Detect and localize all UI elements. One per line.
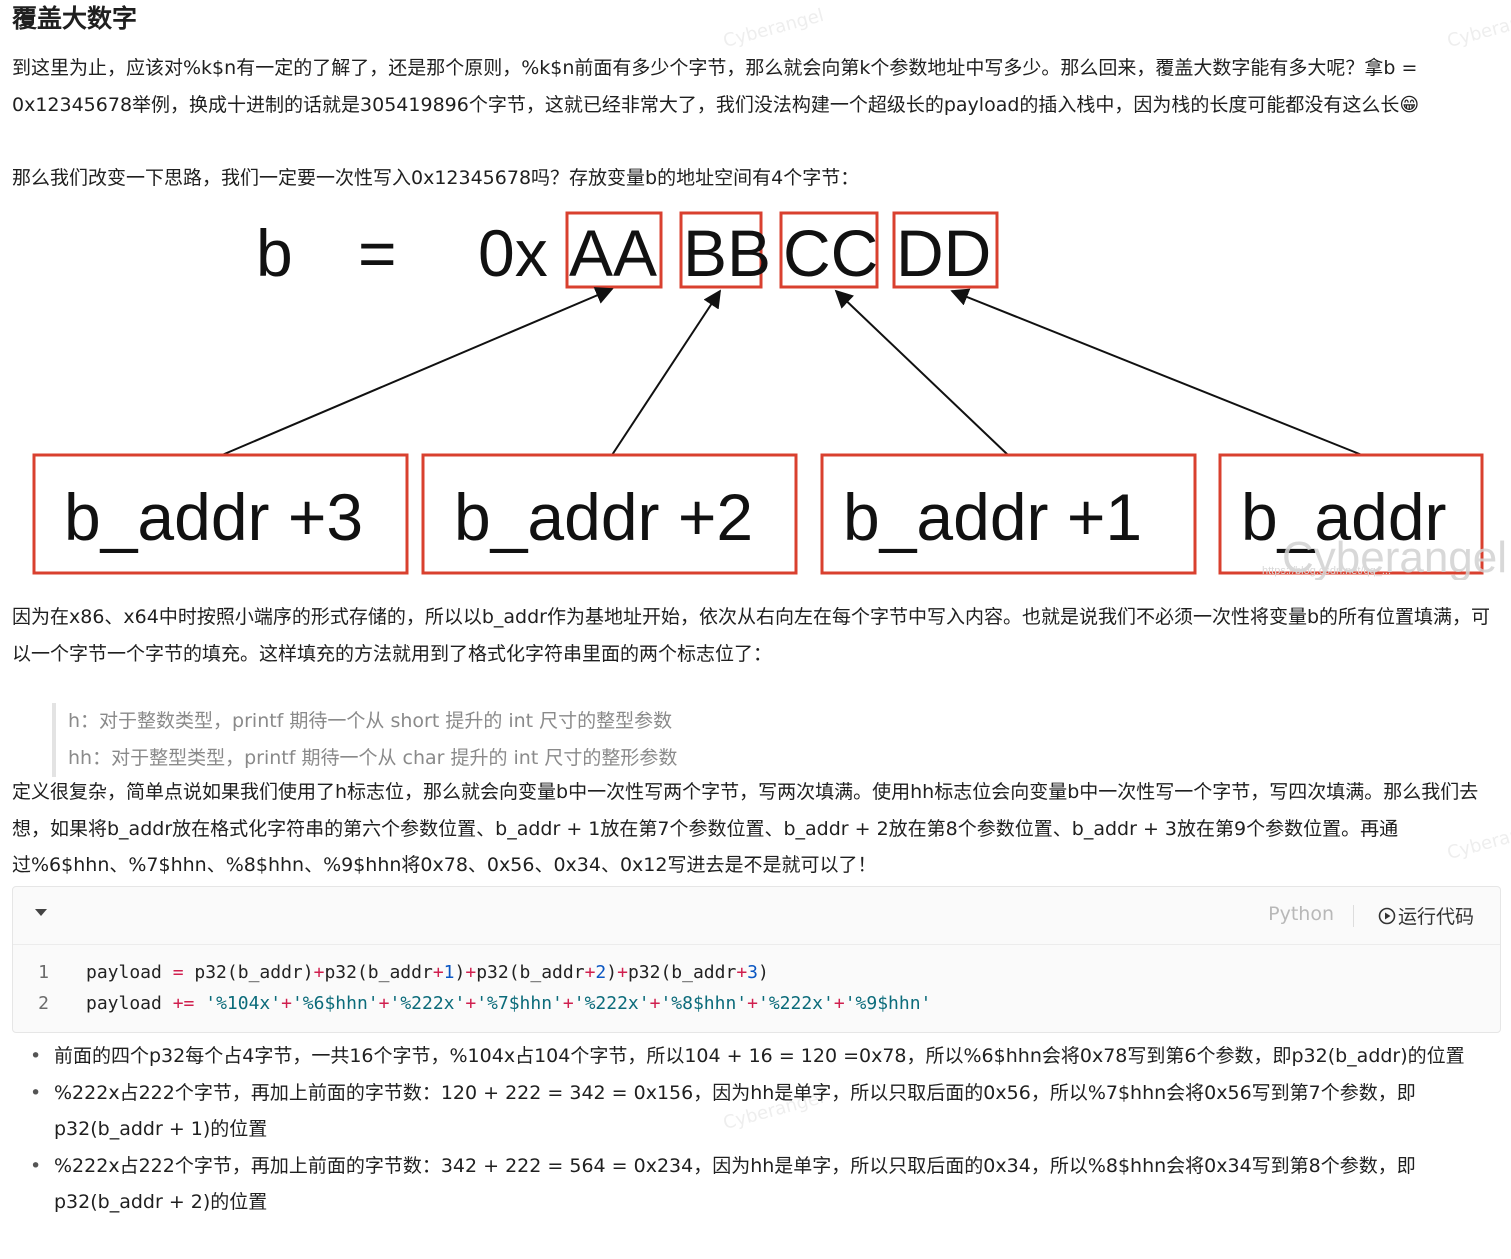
code-token: +	[281, 993, 292, 1014]
code-token: +	[432, 962, 444, 983]
byte-aa: AA	[569, 216, 657, 290]
code-token: p32(b_addr	[627, 962, 737, 983]
code-token: payload	[86, 993, 173, 1014]
code-token: p32(b_addr	[476, 962, 585, 983]
addr-label-3: b_addr +3	[64, 480, 363, 554]
quote-line-hh: hh：对于整型类型，printf 期待一个从 char 提升的 int 尺寸的整…	[68, 747, 678, 769]
code-token: '%7$hhn'	[476, 993, 563, 1014]
code-token: 2	[595, 962, 607, 983]
code-token: )	[758, 962, 769, 983]
image-watermark-url: https://blog.csdn.net/qq_...	[1262, 565, 1391, 577]
code-block: Python 运行代码 1 payload = p32(b_addr)+p32(b…	[12, 886, 1501, 1033]
code-token: +	[313, 962, 325, 983]
code-token: +	[736, 962, 748, 983]
code-token: +	[378, 993, 390, 1014]
code-token: '%104x'	[205, 993, 282, 1014]
byte-cc: CC	[783, 216, 878, 290]
list-item: 前面的四个p32每个占4字节，一共16个字节，%104x占104个字节，所以10…	[30, 1038, 1500, 1075]
hex-prefix: 0x	[478, 216, 548, 290]
flag-definition-quote: h：对于整数类型，printf 期待一个从 short 提升的 int 尺寸的整…	[52, 703, 968, 777]
code-token: '%222x'	[573, 993, 650, 1014]
code-token: +	[747, 993, 758, 1014]
quote-line-h: h：对于整数类型，printf 期待一个从 short 提升的 int 尺寸的整…	[68, 710, 673, 732]
var-b-label: b	[256, 216, 293, 290]
arrow-addr1-to-cc	[834, 289, 1009, 456]
byte-dd: DD	[896, 216, 991, 290]
code-token: p32(b_addr)	[183, 962, 314, 983]
arrow-addr3-to-aa	[221, 287, 614, 456]
intro-text: 到这里为止，应该对%k$n有一定的了解了，还是那个原则，%k$n前面有多少个字节…	[12, 57, 1418, 116]
equals-sign: =	[358, 216, 397, 290]
code-token: +	[617, 962, 628, 983]
code-token: '%222x'	[757, 993, 834, 1014]
code-token: +=	[172, 993, 195, 1014]
arrow-addr-to-dd	[950, 288, 1363, 456]
code-token: '%9$hhn'	[844, 993, 932, 1014]
code-token: +	[833, 993, 845, 1014]
line-number: 2	[38, 993, 49, 1014]
intro-paragraph: 到这里为止，应该对%k$n有一定的了解了，还是那个原则，%k$n前面有多少个字节…	[12, 50, 1502, 123]
code-token: =	[172, 962, 184, 983]
code-lines: 1 payload = p32(b_addr)+p32(b_addr+1)+p32…	[13, 957, 931, 1019]
code-token: 3	[747, 962, 758, 983]
addr-label-2: b_addr +2	[454, 480, 753, 554]
byte-bb: BB	[683, 216, 771, 290]
code-token: +	[584, 962, 596, 983]
code-token: 1	[443, 962, 455, 983]
code-language-label: Python	[1268, 903, 1334, 925]
code-line: 2 payload += '%104x'+'%6$hhn'+'%222x'+'%7…	[13, 988, 931, 1019]
play-circle-icon	[1378, 907, 1396, 924]
idea-paragraph: 那么我们改变一下思路，我们一定要一次性写入0x12345678吗？存放变量b的地…	[12, 167, 860, 189]
arrow-addr2-to-bb	[611, 289, 721, 456]
section-title: 覆盖大数字	[12, 4, 138, 33]
collapse-caret-icon[interactable]	[35, 909, 47, 916]
code-token: +	[562, 993, 574, 1014]
list-item: %222x占222个字节，再加上前面的字节数：342 + 222 = 564 =…	[30, 1148, 1500, 1221]
code-token: p32(b_addr	[324, 962, 433, 983]
explanation-list: 前面的四个p32每个占4字节，一共16个字节，%104x占104个字节，所以10…	[30, 1038, 1500, 1221]
code-line: 1 payload = p32(b_addr)+p32(b_addr+1)+p32…	[13, 957, 931, 988]
header-divider	[1353, 905, 1354, 927]
code-token: '%6$hhn'	[291, 993, 379, 1014]
run-code-label: 运行代码	[1397, 906, 1474, 928]
explain-paragraph: 因为在x86、x64中时按照小端序的形式存储的，所以以b_addr作为基地址开始…	[12, 606, 1491, 665]
code-token: +	[465, 962, 477, 983]
code-token: +	[649, 993, 661, 1014]
code-token: )	[454, 962, 466, 983]
code-token: +	[465, 993, 477, 1014]
run-code-button[interactable]: 运行代码	[1378, 902, 1474, 929]
code-token: )	[606, 962, 618, 983]
list-item: %222x占222个字节，再加上前面的字节数：120 + 222 = 342 =…	[30, 1075, 1500, 1148]
page-watermark: Cyberangel	[1445, 5, 1511, 52]
line-number: 1	[38, 962, 49, 983]
code-token: '%222x'	[389, 993, 466, 1014]
code-token: '%8$hhn'	[660, 993, 748, 1014]
grin-emoji-icon: 😁	[1399, 93, 1420, 116]
byte-layout-diagram: b = 0x AA BB CC DD b_addr +3 b_addr +2 b…	[32, 211, 1507, 580]
addr-label-1: b_addr +1	[843, 480, 1142, 554]
approach-paragraph: 定义很复杂，简单点说如果我们使用了h标志位，那么就会向变量b中一次性写两个字节，…	[12, 781, 1479, 876]
code-token: payload	[86, 962, 173, 983]
code-header: Python 运行代码	[13, 887, 1500, 945]
page-watermark: Cyberangel	[721, 5, 827, 52]
